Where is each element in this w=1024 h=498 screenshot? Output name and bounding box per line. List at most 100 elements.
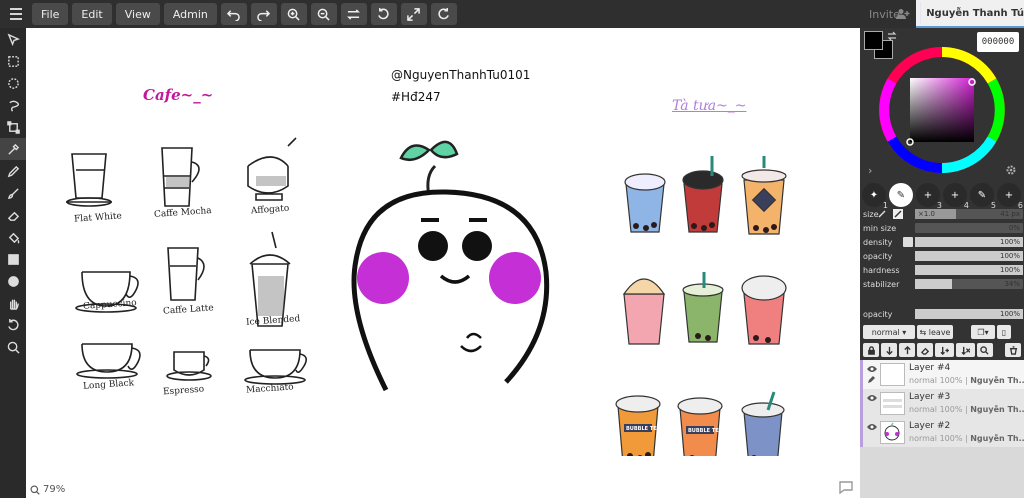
leave-button[interactable]: ⇆ leave — [917, 325, 953, 339]
move-arrow-icon — [7, 33, 20, 46]
rotate-left-button[interactable] — [370, 3, 397, 25]
view-menu-button[interactable]: View — [115, 3, 160, 25]
delete-layer-button[interactable] — [1004, 343, 1022, 357]
hand-icon — [9, 299, 19, 310]
clear-layer-button[interactable] — [917, 343, 934, 357]
move-tool[interactable] — [0, 28, 26, 50]
hardness-slider[interactable]: 100% — [915, 265, 1023, 275]
chevron-right-icon[interactable]: › — [868, 164, 872, 177]
new-layer-button[interactable]: ▯ — [997, 325, 1011, 339]
size-value: 41 px — [1000, 210, 1020, 218]
merge-down-button[interactable] — [935, 343, 955, 357]
layer-item[interactable]: Layer #3 normal 100% | Nguyễn Th... — [860, 389, 1024, 418]
arrow-down-icon — [885, 346, 893, 355]
blend-mode-select[interactable]: normal ▾ — [863, 325, 915, 339]
tool-sidebar — [0, 28, 26, 498]
layer-opacity: 100% — [939, 434, 963, 443]
eye-icon[interactable] — [867, 365, 877, 373]
layer-duplicate-button[interactable]: ❐▾ — [971, 325, 995, 339]
gear-icon[interactable] — [1005, 164, 1017, 176]
search-layer-button[interactable] — [976, 343, 993, 357]
swap-colors-icon[interactable] — [886, 30, 898, 42]
undo-icon — [227, 9, 241, 21]
stabilizer-fill — [915, 279, 952, 289]
density-slider[interactable]: 100% — [915, 237, 1023, 247]
size-slider[interactable]: ×1.0 41 px — [915, 209, 1023, 219]
brush-preset-6[interactable]: +6 — [997, 183, 1023, 210]
stabilizer-slider[interactable]: 34% — [915, 279, 1023, 289]
hand-tool[interactable] — [0, 292, 26, 314]
lasso-tool[interactable] — [0, 94, 26, 116]
flip-icon — [347, 8, 361, 20]
mascot-drawing — [351, 140, 550, 392]
cafe-title: Cafe~_~ — [143, 86, 214, 104]
flip-button[interactable] — [340, 3, 367, 25]
brush-small-icon[interactable] — [877, 209, 887, 219]
zoom-in-icon — [288, 8, 301, 21]
brush-preset-3[interactable]: +3 — [916, 183, 942, 210]
cup-label-bubble-tea-1: BUBBLE TEA — [626, 426, 661, 432]
fullscreen-button[interactable] — [400, 3, 427, 25]
min-size-slider[interactable]: 0% — [915, 223, 1023, 233]
brush-tool[interactable] — [0, 182, 26, 204]
edit-menu-button[interactable]: Edit — [72, 3, 112, 25]
layer-item[interactable]: Layer #4 normal 100% | Nguyễn Th... — [860, 360, 1024, 389]
move-layer-down-button[interactable] — [881, 343, 898, 357]
opacity-slider[interactable]: 100% — [915, 251, 1023, 261]
circle-icon — [7, 275, 19, 287]
brush-preset-2[interactable]: ✎ 2 — [889, 183, 915, 210]
drawing-canvas[interactable]: Cafe~_~ @NguyenThanhTu0101 #Hđ247 Tà tưa… — [26, 28, 860, 498]
stabilizer-setting: stabilizer 34% — [863, 278, 1023, 290]
rectangle-icon — [7, 253, 19, 265]
pencil-small-icon[interactable] — [893, 209, 903, 219]
rotate-right-button[interactable] — [430, 3, 457, 25]
layer-opacity-slider[interactable]: 100% — [915, 309, 1023, 319]
magnifier-icon — [30, 485, 40, 495]
move-layer-up-button[interactable] — [899, 343, 916, 357]
layer-mode: normal — [909, 434, 938, 443]
hamburger-menu-icon[interactable] — [4, 3, 28, 25]
zoom-indicator[interactable]: 79% — [30, 484, 65, 495]
density-checkbox[interactable] — [903, 237, 913, 247]
pencil-tool[interactable] — [0, 160, 26, 182]
zoom-in-button[interactable] — [280, 3, 307, 25]
admin-menu-button[interactable]: Admin — [163, 3, 217, 25]
transform-tool[interactable] — [0, 116, 26, 138]
lasso-icon — [8, 100, 19, 112]
add-user-icon[interactable] — [896, 8, 910, 20]
pencil-icon — [868, 376, 875, 383]
eraser-tool[interactable] — [0, 204, 26, 226]
undo-button[interactable] — [220, 3, 247, 25]
layer-toolbar: normal ▾ ⇆ leave ❐▾ ▯ — [863, 325, 1021, 339]
merge-all-button[interactable] — [956, 343, 975, 357]
zoom-out-button[interactable] — [310, 3, 337, 25]
brush-presets: ✦ 1 ✎ 2 +3 +4 ✎ 5 +6 — [862, 183, 1023, 210]
redo-button[interactable] — [250, 3, 277, 25]
select-ellipse-tool[interactable] — [0, 72, 26, 94]
brush-preset-1[interactable]: ✦ 1 — [862, 183, 888, 210]
brush-icon — [7, 187, 19, 199]
layers-list: Layer #4 normal 100% | Nguyễn Th... Laye… — [860, 360, 1024, 498]
eye-icon[interactable] — [867, 394, 877, 402]
brush-preset-5[interactable]: ✎ 5 — [970, 183, 996, 210]
redo-icon — [257, 9, 271, 21]
color-wheel[interactable] — [878, 46, 1006, 174]
hashtag-text: #Hđ247 — [391, 90, 441, 104]
ellipse-tool[interactable] — [0, 270, 26, 292]
brush-preset-4[interactable]: +4 — [943, 183, 969, 210]
layer-owner: Nguyễn Th... — [970, 376, 1024, 385]
zoom-tool[interactable] — [0, 336, 26, 358]
layer-actions — [863, 343, 1022, 357]
chat-bubble-icon[interactable] — [838, 480, 854, 494]
rotate-view-tool[interactable] — [0, 314, 26, 336]
eyedropper-tool[interactable] — [0, 138, 26, 160]
fill-tool[interactable] — [0, 226, 26, 248]
user-profile[interactable]: Nguyễn Thanh Tú — [916, 0, 1024, 28]
layer-item[interactable]: Layer #2 normal 100% | Nguyễn Th... — [860, 418, 1024, 447]
select-rect-tool[interactable] — [0, 50, 26, 72]
lock-layer-button[interactable] — [863, 343, 880, 357]
eye-icon[interactable] — [867, 423, 877, 431]
user-name: Nguyễn Thanh Tú — [926, 7, 1024, 19]
file-menu-button[interactable]: File — [32, 3, 69, 25]
rectangle-tool[interactable] — [0, 248, 26, 270]
